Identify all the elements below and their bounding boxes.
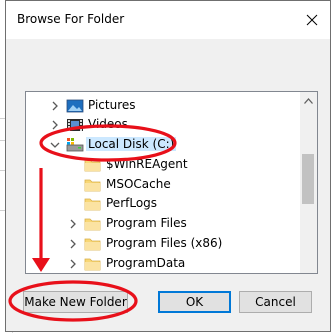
tree-item-label: Videos	[88, 117, 128, 131]
chevron-right-icon[interactable]	[68, 218, 78, 230]
tree-item[interactable]: PerfLogs	[26, 194, 298, 214]
videos-folder-icon	[67, 119, 83, 131]
cancel-button[interactable]: Cancel	[239, 291, 312, 313]
chevron-right-icon[interactable]	[50, 100, 60, 112]
make-new-folder-button[interactable]: Make New Folder	[23, 291, 128, 313]
tree-item[interactable]: Videos	[26, 115, 298, 135]
folder-icon	[84, 198, 101, 211]
chevron-up-icon	[304, 97, 313, 104]
folder-icon	[84, 159, 101, 172]
tree-item-label: PerfLogs	[106, 196, 158, 210]
tree-item-label: Program Files (x86)	[106, 236, 223, 250]
folder-icon	[84, 179, 101, 192]
tree-item-label: MSOCache	[106, 177, 171, 191]
chevron-right-icon[interactable]	[50, 119, 60, 131]
folder-icon	[84, 238, 101, 251]
tree-item[interactable]: Program Files	[26, 214, 298, 234]
ok-button[interactable]: OK	[158, 291, 231, 313]
tree-item[interactable]: Local Disk (C:)	[26, 135, 298, 155]
tree-item-label: $WinREAgent	[106, 157, 188, 171]
folder-icon	[84, 218, 101, 231]
chevron-down-icon[interactable]	[50, 139, 60, 151]
tree-item[interactable]: ProgramData	[26, 254, 298, 273]
dialog-title: Browse For Folder	[17, 12, 125, 26]
browse-for-folder-dialog: Browse For Folder Pictures Videos Local Di…	[5, 0, 331, 332]
scroll-up-button[interactable]	[300, 92, 317, 109]
tree-item[interactable]: $WinREAgent	[26, 155, 298, 175]
close-icon	[306, 14, 318, 26]
tree-item-label: Program Files	[106, 216, 187, 230]
tree-item-label: Local Disk (C:)	[86, 137, 177, 151]
scroll-thumb[interactable]	[302, 154, 314, 204]
chevron-right-icon[interactable]	[68, 258, 78, 270]
local-disk-icon	[66, 138, 84, 152]
chevron-right-icon[interactable]	[68, 238, 78, 250]
folder-tree[interactable]: Pictures Videos Local Disk (C:) $WinREAgent…	[25, 91, 318, 274]
tree-item-label: ProgramData	[106, 256, 186, 270]
tree-scrollbar[interactable]	[300, 92, 317, 273]
title-bar: Browse For Folder	[6, 1, 330, 39]
tree-item-label: Pictures	[88, 98, 136, 112]
tree-item[interactable]: Pictures	[26, 96, 298, 116]
tree-item[interactable]: Program Files (x86)	[26, 234, 298, 254]
folder-icon	[84, 258, 101, 271]
close-button[interactable]	[294, 1, 330, 39]
tree-item[interactable]: MSOCache	[26, 175, 298, 195]
pictures-folder-icon	[66, 99, 84, 113]
